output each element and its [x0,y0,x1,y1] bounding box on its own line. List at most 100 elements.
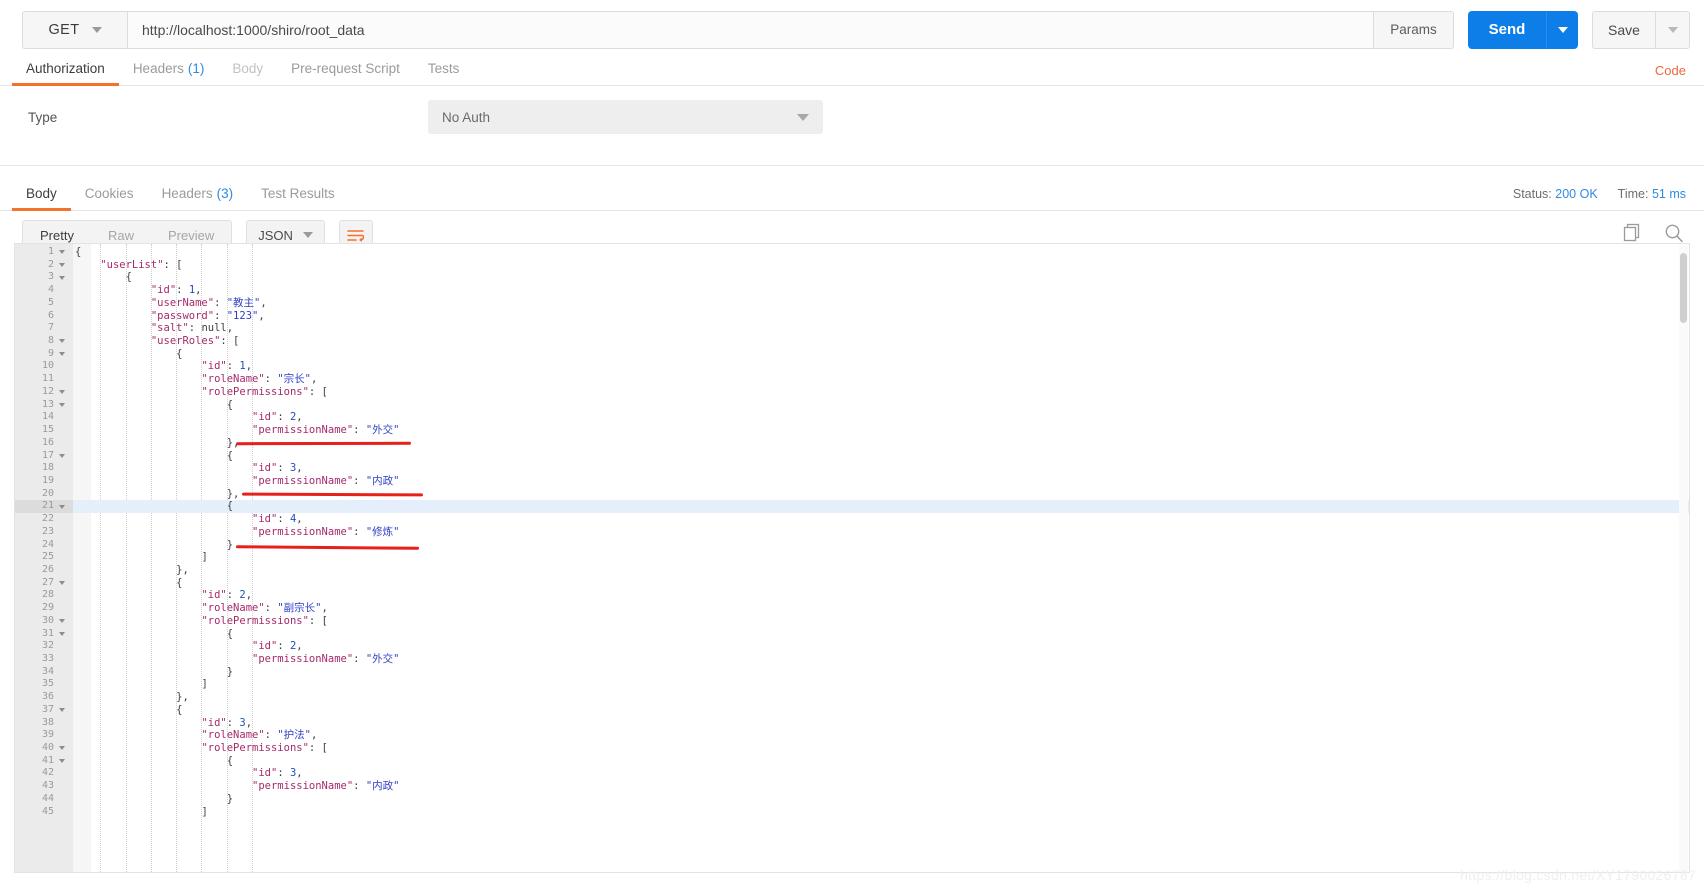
code-line[interactable]: 10 "id": 1, [15,360,1689,373]
tab-pre-request-script[interactable]: Pre-request Script [277,52,414,85]
code-line[interactable]: 37 { [15,704,1689,717]
code-text: "id": 3, [252,462,303,475]
json-code-lines[interactable]: 1{2 "userList": [3 {4 "id": 1, 5 "userNam… [15,244,1689,872]
code-line[interactable]: 25 ] [15,551,1689,564]
code-text: { [125,271,132,284]
fold-triangle-icon[interactable] [59,581,65,586]
code-line[interactable]: 44 } [15,793,1689,806]
fold-triangle-icon[interactable] [59,275,65,280]
fold-triangle-icon[interactable] [59,263,65,268]
code-line[interactable]: 35 ] [15,678,1689,691]
code-line[interactable]: 4 "id": 1, [15,284,1689,297]
code-line[interactable]: 33 "permissionName": "外交" [15,653,1689,666]
code-line[interactable]: 6 "password": "123", [15,310,1689,323]
code-line[interactable]: 15 "permissionName": "外交" [15,424,1689,437]
fold-triangle-icon[interactable] [59,250,65,255]
code-text: "roleName": "副宗长", [201,602,328,615]
code-line[interactable]: 26 }, [15,564,1689,577]
code-line[interactable]: 11 "roleName": "宗长", [15,373,1689,386]
code-text: "permissionName": "内政" [252,474,400,487]
fold-triangle-icon[interactable] [59,708,65,713]
tab-label: Test Results [261,186,335,201]
tab-response-body[interactable]: Body [12,177,71,211]
code-line[interactable]: 17 { [15,450,1689,463]
code-line[interactable]: 27 { [15,577,1689,590]
line-number: 23 [41,525,54,537]
code-line[interactable]: 34 } [15,666,1689,679]
fold-triangle-icon[interactable] [59,352,65,357]
send-button[interactable]: Send [1468,10,1546,49]
code-line[interactable]: 32 "id": 2, [15,640,1689,653]
code-line[interactable]: 13 { [15,399,1689,412]
code-line[interactable]: 29 "roleName": "副宗长", [15,602,1689,615]
request-tab-bar: Authorization Headers (1) Body Pre-reque… [0,52,1704,86]
code-line[interactable]: 8 "userRoles": [ [15,335,1689,348]
code-line[interactable]: 2 "userList": [ [15,259,1689,272]
code-line[interactable]: 19 "permissionName": "内政" [15,475,1689,488]
code-line[interactable]: 45 ] [15,806,1689,819]
code-text: { [226,398,234,411]
code-line[interactable]: 28 "id": 2, [15,589,1689,602]
line-number: 10 [41,360,54,372]
code-line[interactable]: 23 "permissionName": "修炼" [15,526,1689,539]
code-line[interactable]: 42 "id": 3, [15,767,1689,780]
code-line[interactable]: 5 "userName": "教主", [15,297,1689,310]
line-number: 29 [41,602,54,614]
code-text: { [226,449,234,462]
save-button[interactable]: Save [1593,12,1655,48]
fold-triangle-icon[interactable] [59,504,65,509]
tab-cookies[interactable]: Cookies [71,177,148,210]
code-text: "id": 3, [252,767,303,780]
auth-type-select[interactable]: No Auth [428,100,823,134]
tab-headers[interactable]: Headers (1) [119,52,219,85]
code-line[interactable]: 3 { [15,271,1689,284]
search-icon[interactable] [1664,223,1684,243]
code-line[interactable]: 22 "id": 4, [15,513,1689,526]
code-line[interactable]: 41 { [15,755,1689,768]
response-tool-icons [1623,223,1684,243]
code-text: ] [201,678,208,691]
tab-label: Headers [132,61,184,76]
code-line[interactable]: 38 "id": 3, [15,717,1689,730]
code-line[interactable]: 31 { [15,628,1689,641]
code-line[interactable]: 7 "salt": null, [15,322,1689,335]
code-line[interactable]: 18 "id": 3, [15,462,1689,475]
tab-body[interactable]: Body [218,52,277,85]
line-number: 5 [47,296,54,308]
fold-triangle-icon[interactable] [59,759,65,764]
send-options-button[interactable] [1546,10,1578,49]
fold-triangle-icon[interactable] [59,390,65,395]
code-line[interactable]: 12 "rolePermissions": [ [15,386,1689,399]
response-body-editor[interactable]: 1{2 "userList": [3 {4 "id": 1, 5 "userNam… [14,243,1690,873]
editor-vertical-scrollbar[interactable] [1679,245,1688,872]
tab-response-headers[interactable]: Headers (3) [148,177,248,210]
code-line[interactable]: 9 { [15,348,1689,361]
tab-count: (1) [187,61,205,76]
line-number: 24 [41,538,54,550]
tab-tests[interactable]: Tests [414,52,474,85]
copy-icon[interactable] [1623,223,1642,243]
save-options-button[interactable] [1655,11,1689,48]
code-line[interactable]: 39 "roleName": "护法", [15,729,1689,742]
fold-triangle-icon[interactable] [59,631,65,636]
code-line[interactable]: 1{ [15,246,1689,259]
code-line[interactable]: 21 { [15,500,1689,514]
fold-triangle-icon[interactable] [59,339,65,344]
code-line[interactable]: 40 "rolePermissions": [ [15,742,1689,755]
tab-test-results[interactable]: Test Results [247,177,349,210]
fold-triangle-icon[interactable] [59,619,65,624]
code-link[interactable]: Code [1655,63,1686,78]
request-url-input[interactable]: http://localhost:1000/shiro/root_data [127,10,1374,49]
code-line[interactable]: 43 "permissionName": "内政" [15,780,1689,793]
tab-authorization[interactable]: Authorization [12,52,119,86]
params-button[interactable]: Params [1374,10,1454,49]
http-method-dropdown[interactable]: GET [22,10,127,49]
code-line[interactable]: 30 "rolePermissions": [ [15,615,1689,628]
code-text: "password": "123", [150,309,265,322]
fold-triangle-icon[interactable] [59,403,65,408]
fold-triangle-icon[interactable] [59,453,65,458]
scrollbar-thumb[interactable] [1680,253,1687,323]
code-line[interactable]: 36 }, [15,691,1689,704]
code-line[interactable]: 14 "id": 2, [15,411,1689,424]
fold-triangle-icon[interactable] [59,746,65,751]
